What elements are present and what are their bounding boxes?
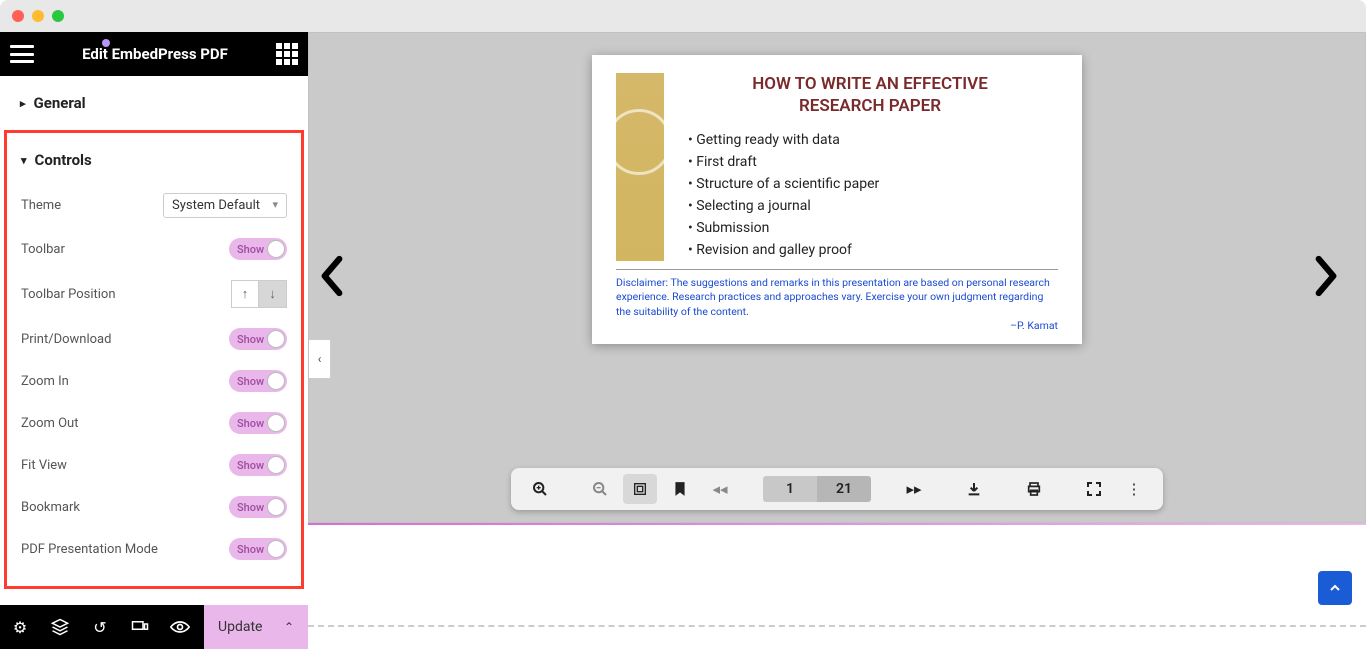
control-theme: Theme System Default xyxy=(21,183,287,228)
eye-icon[interactable] xyxy=(160,620,200,634)
chevron-right-icon: ▸ xyxy=(20,97,26,110)
prev-page-button[interactable] xyxy=(317,254,347,302)
print-download-toggle[interactable]: Show xyxy=(229,328,287,350)
fit-view-button[interactable] xyxy=(623,474,657,504)
update-button[interactable]: Update ⌃ xyxy=(204,605,308,649)
slide-title: HOW TO WRITE AN EFFECTIVE RESEARCH PAPER xyxy=(682,73,1058,117)
print-download-label: Print/Download xyxy=(21,332,111,347)
chevron-up-icon: ⌃ xyxy=(284,620,294,634)
bookmark-toggle[interactable]: Show xyxy=(229,496,287,518)
zoom-in-toggle[interactable]: Show xyxy=(229,370,287,392)
toolbar-position-label: Toolbar Position xyxy=(21,287,116,302)
slide-bullets: Getting ready with data First draft Stru… xyxy=(682,129,1058,261)
control-toolbar: Toolbar Show xyxy=(21,228,287,270)
section-controls-highlighted: ▾ Controls Theme System Default Toolbar … xyxy=(4,130,304,589)
first-page-button[interactable]: ◂◂ xyxy=(703,474,737,504)
slide-disclaimer: Disclaimer: The suggestions and remarks … xyxy=(616,269,1058,319)
sidebar-footer: ⚙ ↺ Update ⌃ xyxy=(0,605,308,649)
list-item: Structure of a scientific paper xyxy=(688,173,1058,195)
zoom-out-toggle[interactable]: Show xyxy=(229,412,287,434)
last-page-button[interactable]: ▸▸ xyxy=(897,474,931,504)
more-icon[interactable]: ⋮ xyxy=(1117,474,1151,504)
list-item: Submission xyxy=(688,217,1058,239)
section-label: Controls xyxy=(35,151,92,169)
chevron-down-icon: ▾ xyxy=(21,154,27,167)
update-label: Update xyxy=(218,619,262,635)
menu-icon[interactable] xyxy=(10,45,34,63)
pdf-viewer: ‹ HOW TO WRITE AN EFFECTIVE RESEARCH PAP… xyxy=(308,32,1366,523)
zoom-in-label: Zoom In xyxy=(21,374,69,389)
zoom-out-button[interactable] xyxy=(583,474,617,504)
total-pages: 21 xyxy=(817,476,871,502)
control-zoom-out: Zoom Out Show xyxy=(21,402,287,444)
accent-divider xyxy=(308,523,1366,525)
toolbar-toggle[interactable]: Show xyxy=(229,238,287,260)
position-bottom-button[interactable] xyxy=(259,280,287,308)
control-toolbar-position: Toolbar Position xyxy=(21,270,287,318)
mac-minimize[interactable] xyxy=(32,10,44,22)
next-page-button[interactable] xyxy=(1311,254,1341,302)
page-title: Edit EmbedPress PDF xyxy=(46,45,264,63)
print-button[interactable] xyxy=(1017,474,1051,504)
fullscreen-button[interactable] xyxy=(1077,474,1111,504)
page-indicator[interactable]: 1 21 xyxy=(763,476,871,502)
fit-view-label: Fit View xyxy=(21,458,67,473)
scroll-to-top-button[interactable] xyxy=(1318,571,1352,605)
toolbar-label: Toolbar xyxy=(21,242,65,257)
theme-select[interactable]: System Default xyxy=(163,193,287,218)
apps-icon[interactable] xyxy=(276,43,298,65)
collapse-sidebar-button[interactable]: ‹ xyxy=(309,339,331,379)
control-zoom-in: Zoom In Show xyxy=(21,360,287,402)
section-label: General xyxy=(34,94,86,112)
slide-author: –P. Kamat xyxy=(616,319,1058,332)
position-top-button[interactable] xyxy=(231,280,259,308)
history-icon[interactable]: ↺ xyxy=(80,618,120,637)
layers-icon[interactable] xyxy=(40,618,80,636)
download-button[interactable] xyxy=(957,474,991,504)
presentation-toggle[interactable]: Show xyxy=(229,538,287,560)
slide-decoration xyxy=(616,73,664,261)
list-item: Getting ready with data xyxy=(688,129,1058,151)
settings-sidebar: Edit EmbedPress PDF ▸ General ▾ Controls… xyxy=(0,32,308,649)
bookmark-button[interactable] xyxy=(663,474,697,504)
presentation-label: PDF Presentation Mode xyxy=(21,542,158,557)
toolbar-position-buttons xyxy=(231,280,287,308)
section-general[interactable]: ▸ General xyxy=(0,76,308,130)
zoom-out-label: Zoom Out xyxy=(21,416,78,431)
section-controls[interactable]: ▾ Controls xyxy=(21,143,287,183)
bookmark-label: Bookmark xyxy=(21,500,80,515)
mac-zoom[interactable] xyxy=(52,10,64,22)
page-title-text: Edit EmbedPress PDF xyxy=(82,45,228,63)
current-page: 1 xyxy=(763,476,817,502)
control-print-download: Print/Download Show xyxy=(21,318,287,360)
list-item: Revision and galley proof xyxy=(688,239,1058,261)
control-bookmark: Bookmark Show xyxy=(21,486,287,528)
mac-window-bar xyxy=(0,0,1366,32)
list-item: First draft xyxy=(688,151,1058,173)
fit-view-toggle[interactable]: Show xyxy=(229,454,287,476)
control-fit-view: Fit View Show xyxy=(21,444,287,486)
section-divider xyxy=(308,625,1366,627)
theme-label: Theme xyxy=(21,198,61,213)
gear-icon[interactable]: ⚙ xyxy=(0,618,40,637)
unsaved-indicator xyxy=(102,39,110,47)
devices-icon[interactable] xyxy=(120,620,160,634)
mac-close[interactable] xyxy=(12,10,24,22)
list-item: Selecting a journal xyxy=(688,195,1058,217)
zoom-in-button[interactable] xyxy=(523,474,557,504)
pdf-toolbar: ◂◂ 1 21 ▸▸ ⋮ xyxy=(511,468,1163,510)
pdf-page: HOW TO WRITE AN EFFECTIVE RESEARCH PAPER… xyxy=(592,55,1082,344)
sidebar-header: Edit EmbedPress PDF xyxy=(0,32,308,76)
control-presentation: PDF Presentation Mode Show xyxy=(21,528,287,570)
